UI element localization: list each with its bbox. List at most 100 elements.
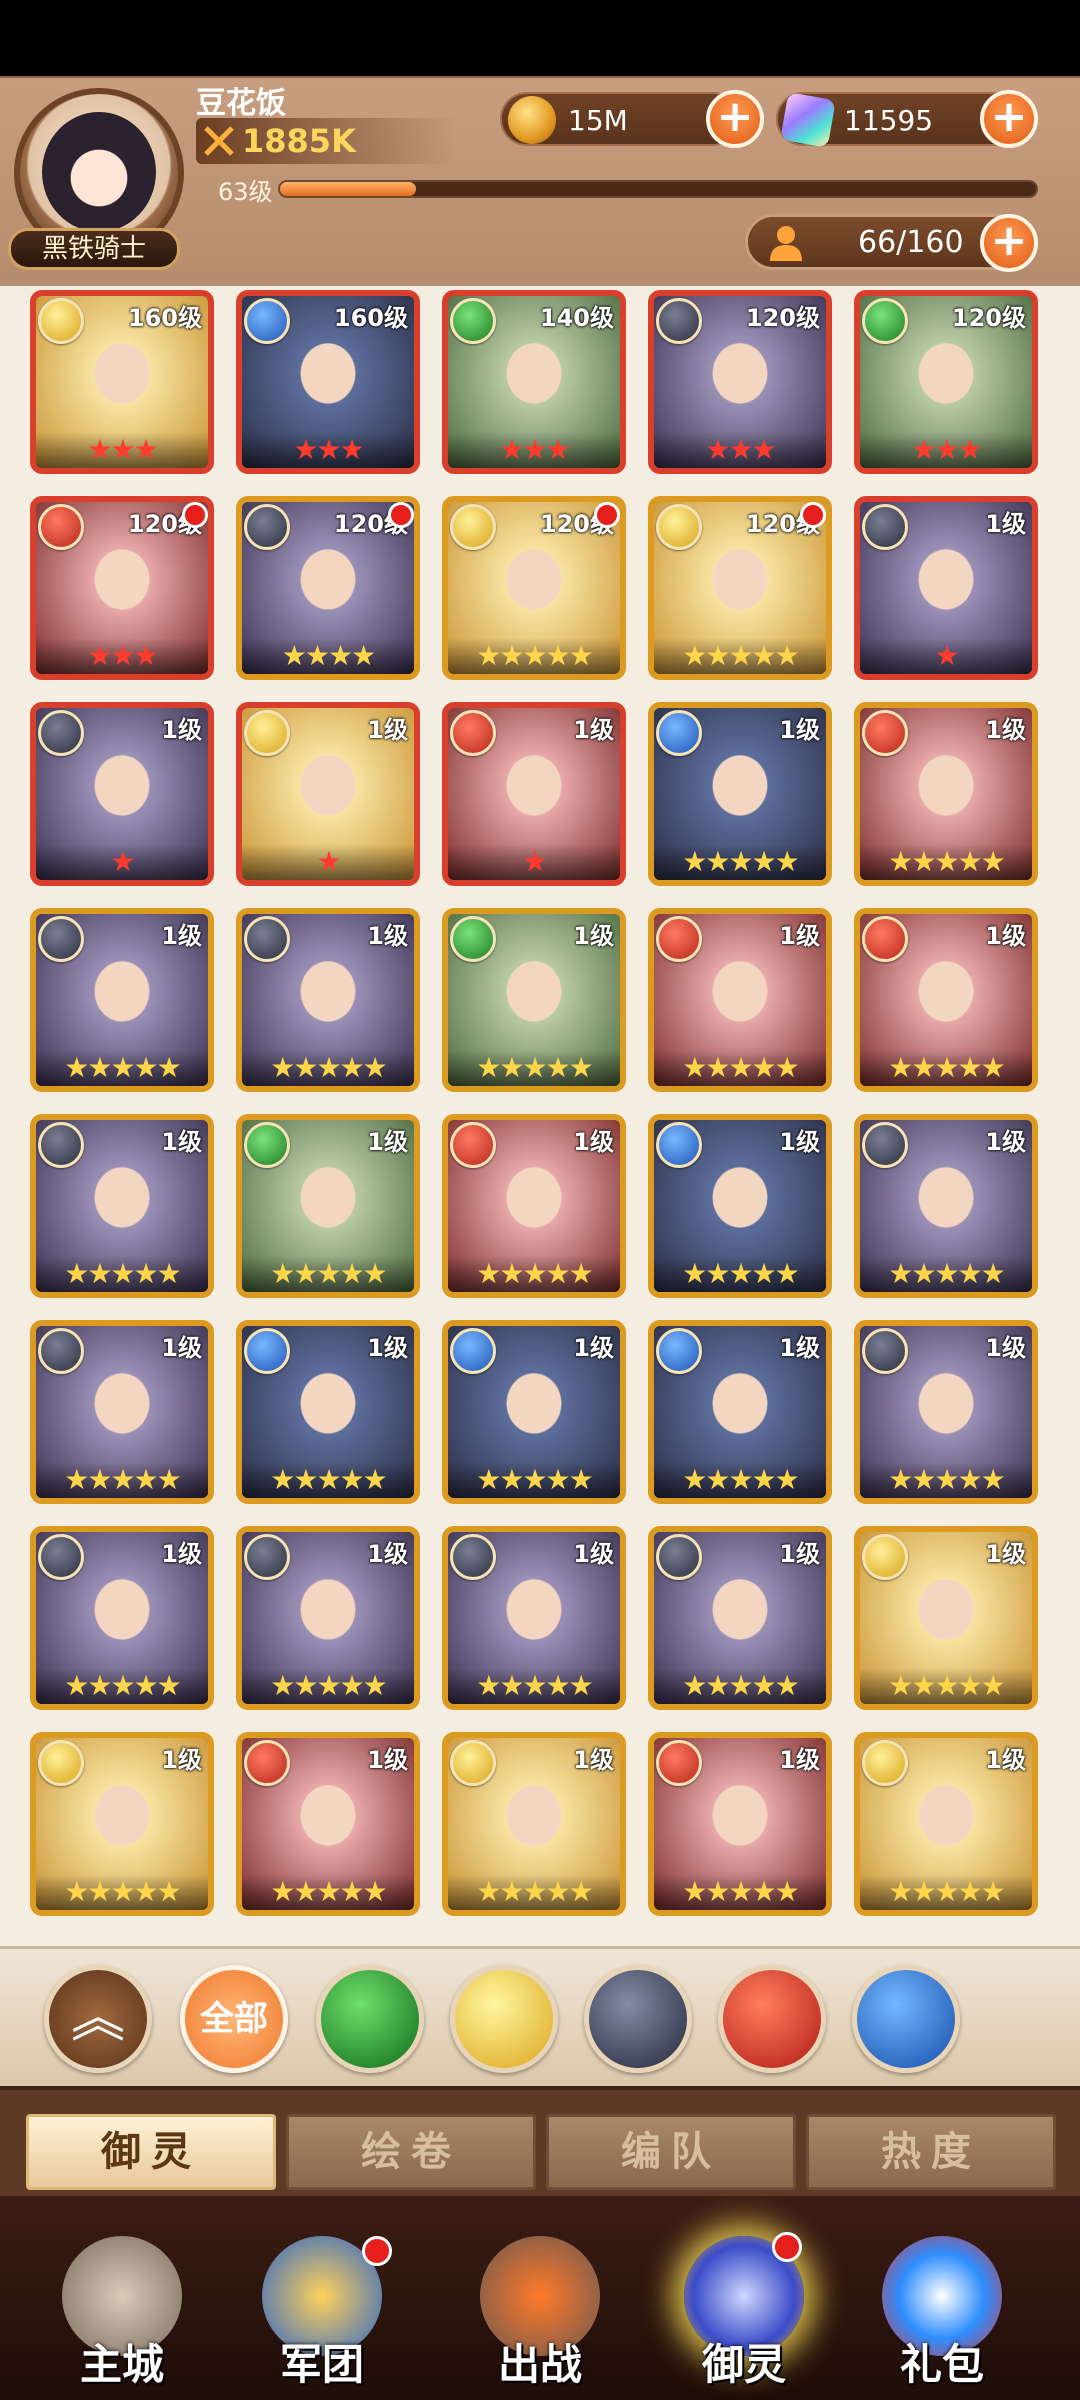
dark-element-icon xyxy=(862,504,908,550)
hero-stars: ★★★★★ xyxy=(36,1874,208,1910)
nav-main-city[interactable]: 主城 xyxy=(22,2196,222,2400)
filter-wind-button[interactable] xyxy=(316,1965,424,2073)
hero-level: 1级 xyxy=(779,1746,820,1774)
hero-card[interactable]: 1级 ★★★★★ xyxy=(30,1732,214,1916)
hero-card[interactable]: 160级 ★★★ xyxy=(236,290,420,474)
player-name: 豆花饭 xyxy=(196,86,286,121)
avatar-portrait xyxy=(42,112,156,232)
hero-card[interactable]: 120级 ★★★ xyxy=(854,290,1038,474)
hero-level: 160级 xyxy=(333,304,408,332)
hero-card[interactable]: 140级 ★★★ xyxy=(442,290,626,474)
fire-element-icon xyxy=(450,1122,496,1168)
hero-card[interactable]: 1级 ★★★★★ xyxy=(236,1114,420,1298)
hero-card[interactable]: 1级 ★ xyxy=(442,702,626,886)
nav-label: 御灵 xyxy=(701,2340,786,2389)
hero-card[interactable]: 1级 ★★★★★ xyxy=(236,1526,420,1710)
filter-all-button[interactable]: 全部 xyxy=(180,1965,288,2073)
hero-card[interactable]: 1级 ★★★★★ xyxy=(854,702,1038,886)
hero-card[interactable]: 120级 ★★★ xyxy=(30,496,214,680)
hero-card[interactable]: 120级 ★★★★ xyxy=(236,496,420,680)
hero-card[interactable]: 1级 ★★★★★ xyxy=(854,1526,1038,1710)
nav-battle[interactable]: 出战 xyxy=(440,2196,640,2400)
hero-level: 1级 xyxy=(985,1746,1026,1774)
hero-card[interactable]: 1级 ★★★★★ xyxy=(30,1320,214,1504)
dark-element-icon xyxy=(38,916,84,962)
hero-card[interactable]: 1级 ★★★★★ xyxy=(442,1526,626,1710)
tab-popularity[interactable]: 热度 xyxy=(806,2114,1056,2190)
nav-gift-pack[interactable]: 礼包 xyxy=(842,2196,1042,2400)
hero-level: 1级 xyxy=(779,1128,820,1156)
hero-stars: ★★★★★ xyxy=(654,1050,826,1086)
dark-element-icon xyxy=(38,710,84,756)
rank-title-badge[interactable]: 黑铁骑士 xyxy=(8,228,180,270)
hero-level: 1级 xyxy=(573,922,614,950)
hero-stars: ★ xyxy=(242,844,414,880)
hero-card[interactable]: 1级 ★★★★★ xyxy=(442,1114,626,1298)
hero-stars: ★★★★★ xyxy=(448,638,620,674)
gold-coin-icon xyxy=(508,96,556,144)
hero-card[interactable]: 1级 ★★★★★ xyxy=(854,1732,1038,1916)
nav-spirits[interactable]: 御灵 xyxy=(644,2196,844,2400)
hero-card[interactable]: 1级 ★★★★★ xyxy=(442,1320,626,1504)
hero-stars: ★★★★★ xyxy=(242,1050,414,1086)
dark-element-icon xyxy=(244,916,290,962)
filter-dark-button[interactable] xyxy=(584,1965,692,2073)
add-gem-button[interactable]: + xyxy=(980,90,1038,148)
hero-card[interactable]: 1级 ★★★★★ xyxy=(30,908,214,1092)
hero-card[interactable]: 1级 ★★★★★ xyxy=(648,1732,832,1916)
hero-card[interactable]: 1级 ★★★★★ xyxy=(442,908,626,1092)
hero-card[interactable]: 120级 ★★★ xyxy=(648,290,832,474)
add-gold-button[interactable]: + xyxy=(706,90,764,148)
filter-ice-button[interactable] xyxy=(852,1965,960,2073)
hero-card[interactable]: 1级 ★★★★★ xyxy=(648,1526,832,1710)
hero-card[interactable]: 1级 ★★★★★ xyxy=(30,1114,214,1298)
hero-card[interactable]: 1级 ★★★★★ xyxy=(236,1732,420,1916)
filter-light-button[interactable] xyxy=(450,1965,558,2073)
expand-roster-button[interactable]: + xyxy=(980,214,1038,272)
hero-card[interactable]: 160级 ★★★ xyxy=(30,290,214,474)
hero-stars: ★★★★★ xyxy=(860,1462,1032,1498)
nav-label: 礼包 xyxy=(899,2340,984,2389)
nav-legion[interactable]: 军团 xyxy=(222,2196,422,2400)
dark-element-icon xyxy=(862,1328,908,1374)
dark-element-icon xyxy=(38,1122,84,1168)
hero-level: 120级 xyxy=(951,304,1026,332)
ice-element-icon xyxy=(656,1122,702,1168)
tab-spirits[interactable]: 御灵 xyxy=(26,2114,276,2190)
chevron-double-up-icon: ︽ xyxy=(71,1986,125,2049)
hero-level: 1级 xyxy=(779,1540,820,1568)
hero-card[interactable]: 1级 ★★★★★ xyxy=(442,1732,626,1916)
hero-card[interactable]: 1级 ★★★★★ xyxy=(648,1114,832,1298)
wind-element-icon xyxy=(244,1122,290,1168)
hero-card[interactable]: 120级 ★★★★★ xyxy=(442,496,626,680)
hero-card[interactable]: 1级 ★ xyxy=(236,702,420,886)
collapse-filter-button[interactable]: ︽ xyxy=(44,1965,152,2073)
hero-card[interactable]: 1级 ★★★★★ xyxy=(648,1320,832,1504)
hero-card[interactable]: 1级 ★★★★★ xyxy=(648,908,832,1092)
element-filter-bar: ︽ 全部 xyxy=(0,1946,1080,2086)
hero-card[interactable]: 1级 ★★★★★ xyxy=(854,1320,1038,1504)
tab-formation[interactable]: 编队 xyxy=(546,2114,796,2190)
hero-stars: ★★★★★ xyxy=(860,844,1032,880)
hero-level: 1级 xyxy=(573,1128,614,1156)
wind-element-icon xyxy=(450,916,496,962)
hero-card[interactable]: 1级 ★★★★★ xyxy=(236,908,420,1092)
hero-card[interactable]: 120级 ★★★★★ xyxy=(648,496,832,680)
nav-label: 出战 xyxy=(497,2340,582,2389)
ice-element-icon xyxy=(656,710,702,756)
hero-card[interactable]: 1级 ★★★★★ xyxy=(854,908,1038,1092)
hero-card[interactable]: 1级 ★ xyxy=(854,496,1038,680)
tab-scrolls[interactable]: 绘卷 xyxy=(286,2114,536,2190)
fire-element-icon xyxy=(656,1740,702,1786)
hero-card[interactable]: 1级 ★ xyxy=(30,702,214,886)
filter-fire-button[interactable] xyxy=(718,1965,826,2073)
hero-card[interactable]: 1级 ★★★★★ xyxy=(854,1114,1038,1298)
ice-element-icon xyxy=(244,1328,290,1374)
hero-level: 1级 xyxy=(161,1540,202,1568)
hero-stars: ★★★★★ xyxy=(36,1050,208,1086)
hero-card[interactable]: 1级 ★★★★★ xyxy=(236,1320,420,1504)
hero-stars: ★★★★★ xyxy=(242,1462,414,1498)
hero-card[interactable]: 1级 ★★★★★ xyxy=(648,702,832,886)
hero-card[interactable]: 1级 ★★★★★ xyxy=(30,1526,214,1710)
hero-stars: ★★★★★ xyxy=(36,1668,208,1704)
